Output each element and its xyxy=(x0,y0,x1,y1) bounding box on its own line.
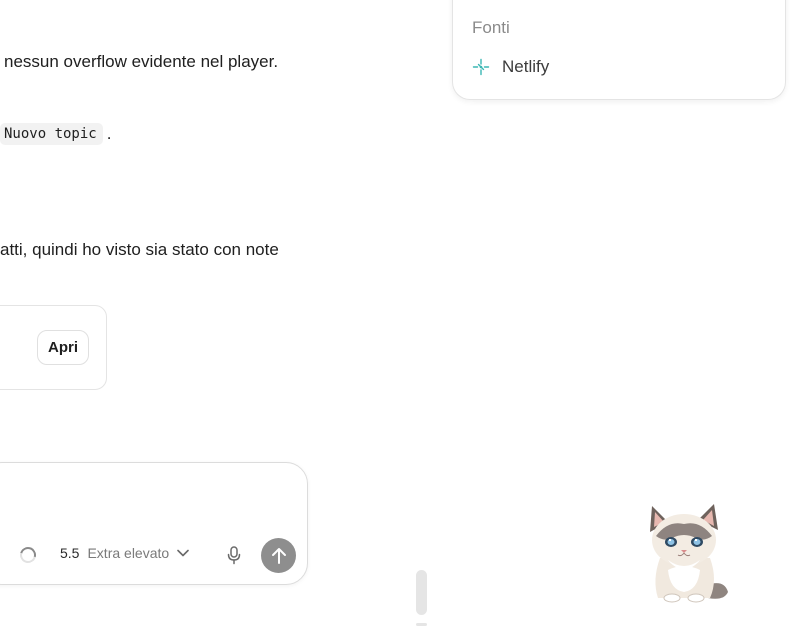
netlify-icon xyxy=(472,58,490,76)
source-item-netlify[interactable]: Netlify xyxy=(472,57,549,77)
microphone-button[interactable] xyxy=(224,544,244,566)
scrollbar-thumb[interactable] xyxy=(416,570,427,615)
composer[interactable] xyxy=(0,462,308,585)
arrow-up-icon xyxy=(271,547,286,564)
model-version: 5.5 xyxy=(60,545,80,561)
assistant-message-line: nessun overflow evidente nel player. xyxy=(4,52,279,71)
assistant-message-line-code: Nuovo topic . xyxy=(0,123,111,145)
microphone-icon xyxy=(227,545,241,564)
sources-panel xyxy=(452,0,786,100)
open-button[interactable]: Apri xyxy=(37,330,89,365)
punctuation: . xyxy=(106,124,112,143)
source-label: Netlify xyxy=(502,57,550,76)
reasoning-level: Extra elevato xyxy=(87,545,170,561)
send-button[interactable] xyxy=(261,538,296,573)
model-selector[interactable]: 5.5 Extra elevato xyxy=(60,545,189,561)
sources-title: Fonti xyxy=(472,18,510,37)
assistant-message-line: atti, quindi ho visto sia stato con note xyxy=(0,240,279,259)
chevron-down-icon xyxy=(177,549,189,557)
cat-mascot-icon xyxy=(650,504,728,603)
scrollbar-track-end xyxy=(416,623,427,626)
inline-code: Nuovo topic xyxy=(0,123,103,145)
